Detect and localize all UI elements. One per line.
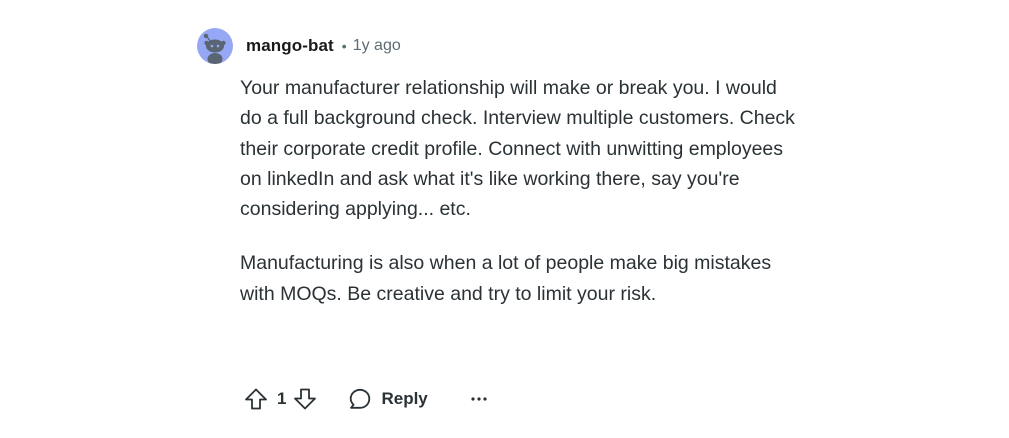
- comment-author[interactable]: mango-bat: [246, 36, 334, 56]
- downvote-arrow-icon: [294, 388, 317, 410]
- meta-separator: •: [341, 38, 347, 54]
- comment-timestamp[interactable]: 1y ago: [353, 37, 401, 55]
- comment-header: mango-bat • 1y ago: [197, 28, 401, 64]
- upvote-button[interactable]: [241, 384, 271, 414]
- downvote-button[interactable]: [290, 384, 320, 414]
- more-horizontal-icon: [471, 397, 487, 401]
- upvote-arrow-icon: [245, 388, 267, 410]
- comment-actions: 1 Reply: [241, 382, 488, 416]
- speech-bubble-icon: [350, 388, 371, 409]
- reply-button[interactable]: Reply: [348, 387, 428, 411]
- avatar[interactable]: [197, 28, 233, 64]
- comment-paragraph: Your manufacturer relationship will make…: [240, 77, 795, 221]
- comment-paragraph: Manufacturing is also when a lot of peop…: [240, 252, 772, 305]
- reddit-snoo-icon: [203, 33, 226, 64]
- comment-body: Your manufacturer relationship will make…: [240, 73, 800, 309]
- more-options-button[interactable]: [470, 384, 488, 414]
- vote-score: 1: [277, 389, 287, 408]
- reply-label: Reply: [381, 389, 428, 408]
